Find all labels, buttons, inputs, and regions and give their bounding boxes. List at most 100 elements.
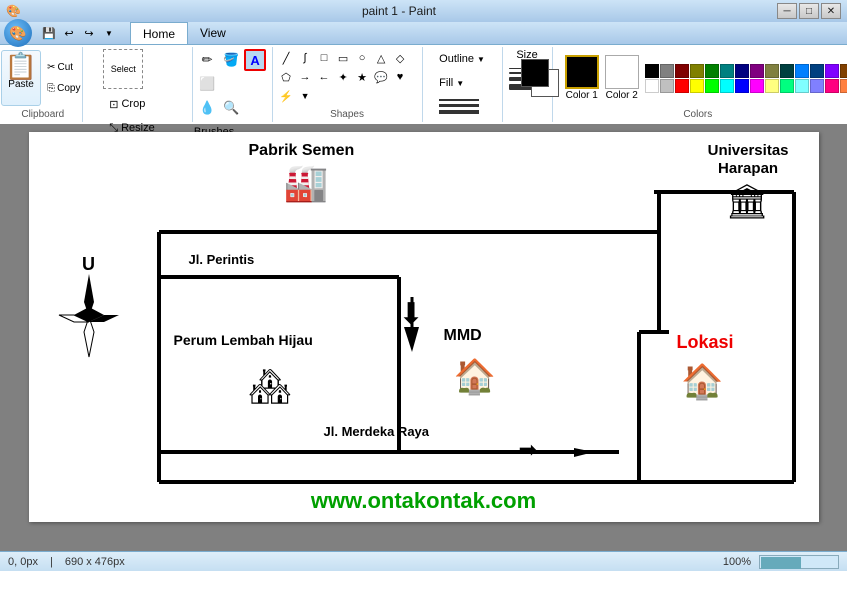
- fill-label: Fill: [439, 77, 453, 89]
- shape-star4[interactable]: ✦: [334, 68, 352, 86]
- shape-roundrect[interactable]: ▭: [334, 49, 352, 67]
- lokasi-label: Lokasi: [676, 332, 733, 353]
- shapes-more[interactable]: ▼: [296, 87, 314, 105]
- qa-dropdown-button[interactable]: ▼: [100, 24, 118, 42]
- line-style-1[interactable]: [439, 99, 479, 101]
- quick-access-toolbar: 💾 ↩ ↪ ▼: [36, 22, 122, 44]
- undo-quick-button[interactable]: ↩: [60, 24, 78, 42]
- university-label: UniversitasHarapan: [708, 142, 789, 178]
- shape-ellipse[interactable]: ○: [353, 49, 371, 67]
- copy-icon: ⎘: [47, 83, 55, 94]
- color2-swatch[interactable]: [605, 55, 639, 89]
- color1-display[interactable]: [521, 59, 549, 87]
- magnifier-tool[interactable]: 🔍: [220, 97, 242, 119]
- select-button[interactable]: Select: [103, 49, 143, 89]
- color1-swatch[interactable]: [565, 55, 599, 89]
- swatch-darkblue[interactable]: [810, 64, 824, 78]
- shape-line[interactable]: ╱: [277, 49, 295, 67]
- zoom-slider[interactable]: [759, 555, 839, 569]
- swatch-teal[interactable]: [720, 64, 734, 78]
- swatch-green[interactable]: [705, 64, 719, 78]
- redo-quick-button[interactable]: ↪: [80, 24, 98, 42]
- swatch-cyan[interactable]: [720, 79, 734, 93]
- shape-diamond[interactable]: ◇: [391, 49, 409, 67]
- swatch-olivedark[interactable]: [765, 64, 779, 78]
- line-style-3[interactable]: [439, 110, 479, 114]
- of-content: Outline ▼ Fill ▼: [435, 49, 489, 120]
- shape-rect[interactable]: □: [315, 49, 333, 67]
- zoom-level: 100%: [723, 556, 751, 568]
- eraser-tool[interactable]: ⬜: [196, 73, 218, 95]
- swatch-brightblue[interactable]: [735, 79, 749, 93]
- paint-orb-button[interactable]: 🎨: [4, 19, 32, 47]
- shape-pentagon[interactable]: ⬠: [277, 68, 295, 86]
- shape-callout[interactable]: 💬: [372, 68, 390, 86]
- clipboard-label: Clipboard: [21, 109, 64, 120]
- swatch-darkred[interactable]: [675, 64, 689, 78]
- color2-button[interactable]: Color 2: [605, 55, 639, 101]
- shape-lightning[interactable]: ⚡: [277, 87, 295, 105]
- tools-content: ✏ 🪣 A ⬜ 💧 🔍 Brushes: [196, 49, 268, 143]
- tools-row-1: ✏ 🪣 A ⬜: [196, 49, 268, 95]
- swatch-darkteal[interactable]: [780, 64, 794, 78]
- paste-label: Paste: [8, 79, 34, 90]
- swatch-olive[interactable]: [690, 64, 704, 78]
- perum-icon: 🏘: [249, 367, 292, 407]
- maximize-button[interactable]: □: [799, 3, 819, 19]
- save-quick-button[interactable]: 💾: [40, 24, 58, 42]
- fill-tool[interactable]: 🪣: [220, 49, 242, 71]
- swatch-magenta[interactable]: [750, 79, 764, 93]
- swatch-black[interactable]: [645, 64, 659, 78]
- shape-heart[interactable]: ♥: [391, 68, 409, 86]
- shape-star5[interactable]: ★: [353, 68, 371, 86]
- outline-button[interactable]: Outline ▼: [435, 49, 489, 69]
- swatch-lightyellow[interactable]: [765, 79, 779, 93]
- pencil-tool[interactable]: ✏: [196, 49, 218, 71]
- paste-button[interactable]: 📋 Paste: [1, 50, 41, 106]
- swatch-red[interactable]: [675, 79, 689, 93]
- swatch-violet[interactable]: [825, 64, 839, 78]
- swatch-lime[interactable]: [705, 79, 719, 93]
- shape-triangle[interactable]: △: [372, 49, 390, 67]
- swatch-white[interactable]: [645, 79, 659, 93]
- zoom-handle: [761, 557, 801, 569]
- text-tool[interactable]: A: [244, 49, 266, 71]
- shape-curve[interactable]: ∫: [296, 49, 314, 67]
- swatch-lightcyan[interactable]: [795, 79, 809, 93]
- color1-button[interactable]: Color 1: [565, 55, 599, 101]
- swatch-lightblue[interactable]: [810, 79, 824, 93]
- fill-button[interactable]: Fill ▼: [435, 73, 468, 93]
- swatch-navy[interactable]: [735, 64, 749, 78]
- color-swatches-overlay: [521, 59, 559, 97]
- outline-fill-group: Outline ▼ Fill ▼: [423, 47, 503, 122]
- paint-canvas[interactable]: Pabrik Semen 🏭 UniversitasHarapan 🏛 Jl. …: [29, 132, 819, 522]
- swatch-orange[interactable]: [840, 79, 847, 93]
- swatch-silver[interactable]: [660, 79, 674, 93]
- swatch-yellow[interactable]: [690, 79, 704, 93]
- swatch-purple[interactable]: [750, 64, 764, 78]
- swatch-springgreen[interactable]: [780, 79, 794, 93]
- mmd-icon: 🏠: [454, 357, 496, 397]
- colorpicker-tool[interactable]: 💧: [196, 97, 218, 119]
- swatch-gray[interactable]: [660, 64, 674, 78]
- close-button[interactable]: ✕: [821, 3, 841, 19]
- shape-arrow-right[interactable]: →: [296, 68, 314, 86]
- title-bar-title: paint 1 - Paint: [21, 4, 777, 18]
- clipboard-group: 📋 Paste ✂ Cut ⎘ Copy Clipboard: [4, 47, 83, 122]
- cut-button[interactable]: ✂ Cut: [43, 58, 84, 78]
- minimize-button[interactable]: ─: [777, 3, 797, 19]
- line-style-2[interactable]: [439, 104, 479, 107]
- compass: U: [54, 252, 124, 367]
- swatch-hotpink[interactable]: [825, 79, 839, 93]
- swatch-brown[interactable]: [840, 64, 847, 78]
- tab-home[interactable]: Home: [130, 22, 188, 44]
- pabrik-label: Pabrik Semen: [249, 142, 355, 160]
- crop-button[interactable]: ⊡ Crop: [103, 93, 151, 115]
- shapes-content: ╱ ∫ □ ▭ ○ △ ◇ ⬠ → ← ✦ ★ 💬 ♥ ⚡ ▼: [277, 49, 417, 107]
- line-styles: [435, 97, 483, 116]
- tab-view[interactable]: View: [188, 22, 238, 44]
- swatch-blue[interactable]: [795, 64, 809, 78]
- status-separator: |: [50, 556, 53, 568]
- shape-arrow-left[interactable]: ←: [315, 68, 333, 86]
- copy-button[interactable]: ⎘ Copy: [43, 79, 84, 99]
